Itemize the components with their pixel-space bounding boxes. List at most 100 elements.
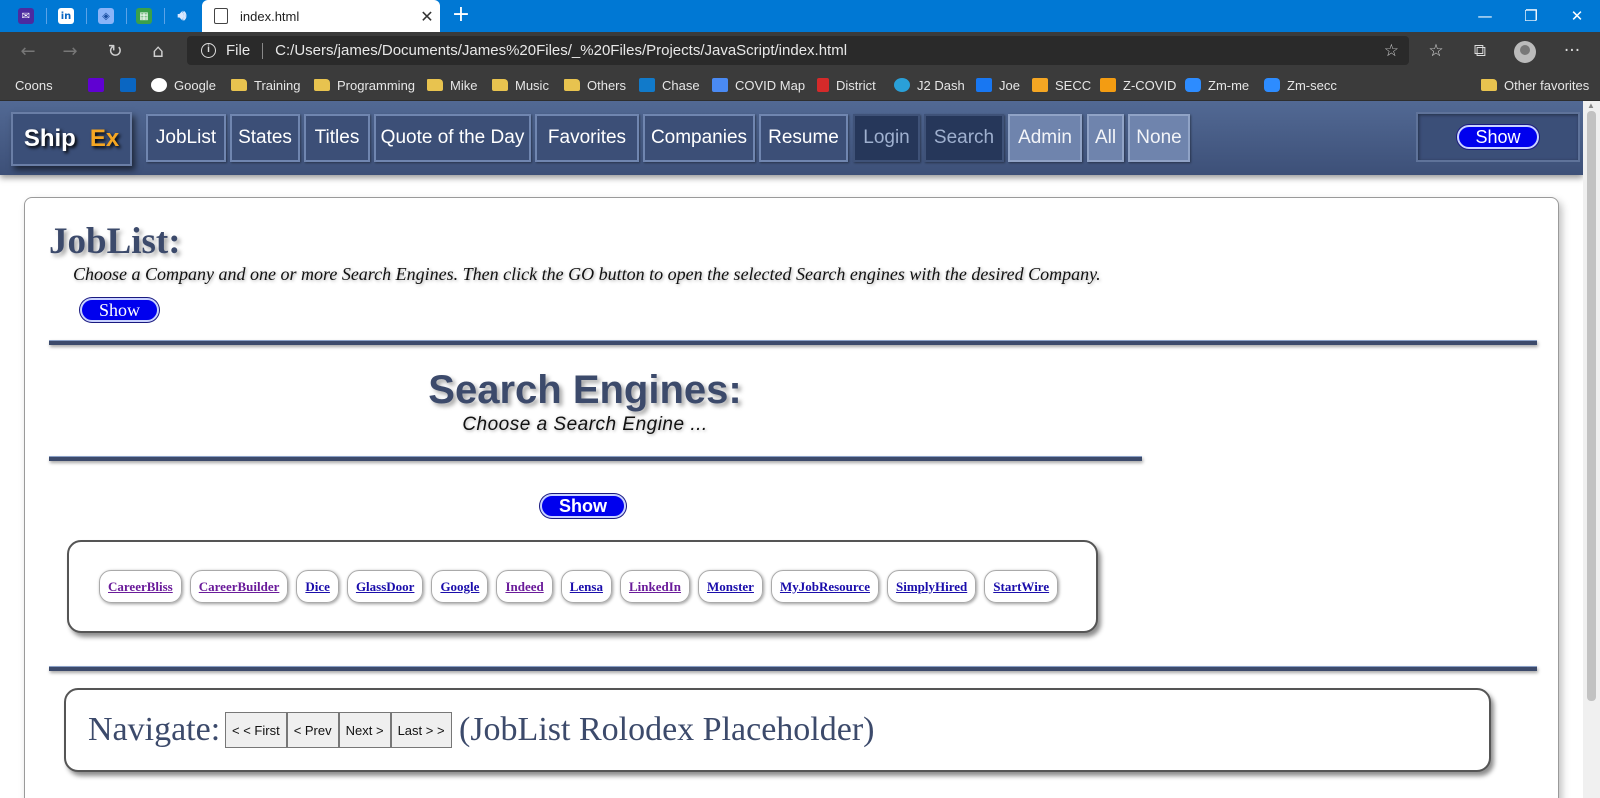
page-scrollbar[interactable]: ▲ — [1583, 101, 1600, 798]
nav-all[interactable]: All — [1087, 114, 1124, 162]
pinned-tab-audio[interactable]: 🔊︎ — [162, 0, 202, 32]
favorites-icon[interactable]: ☆ — [1420, 36, 1452, 66]
bookmark-linkedin[interactable] — [120, 75, 143, 95]
next-button[interactable]: Next > — [338, 712, 391, 748]
bookmark-chase[interactable]: Chase — [639, 75, 700, 95]
zoom-icon — [1264, 78, 1280, 92]
bookmark-label: SECC — [1055, 77, 1092, 93]
bookmark-training[interactable]: Training — [231, 75, 300, 95]
brand-logo[interactable]: Ship Ex — [11, 112, 132, 166]
close-tab-icon[interactable]: ✕ — [414, 7, 440, 26]
bookmark-others[interactable]: Others — [564, 75, 626, 95]
bookmark-google[interactable]: TrainingGoogle — [151, 75, 216, 95]
profile-icon[interactable] — [1514, 41, 1536, 63]
last-button[interactable]: Last > > — [390, 712, 452, 748]
engine-lensa[interactable]: Lensa — [560, 570, 612, 603]
globe-icon — [894, 78, 910, 92]
scroll-up-icon[interactable]: ▲ — [1587, 101, 1595, 110]
folder-icon — [1481, 79, 1497, 91]
joblist-show-button[interactable]: Show — [80, 298, 159, 322]
bookmark-programming[interactable]: Programming — [314, 75, 415, 95]
divider — [49, 456, 1142, 461]
nav-companies[interactable]: Companies — [643, 114, 755, 162]
bookmark-label: Chase — [662, 77, 700, 93]
nav-titles[interactable]: Titles — [304, 114, 370, 162]
collections-icon[interactable]: ⧉ — [1464, 36, 1496, 66]
bookmark-music[interactable]: Music — [492, 75, 549, 95]
engine-monster[interactable]: Monster — [698, 570, 763, 603]
nav-login[interactable]: Login — [853, 114, 920, 162]
url-text[interactable]: C:/Users/james/Documents/James%20Files/_… — [275, 42, 847, 59]
engine-glassdoor[interactable]: GlassDoor — [346, 570, 424, 603]
bookmark-yahoo[interactable] — [88, 75, 111, 95]
bookmark-j2-dash[interactable]: J2 Dash — [894, 75, 965, 95]
nav-favorites[interactable]: Favorites — [535, 114, 639, 162]
bookmark-mike[interactable]: Mike — [427, 75, 477, 95]
prev-button[interactable]: < Prev — [286, 712, 339, 748]
bookmark-label: Others — [587, 77, 627, 93]
nav-search[interactable]: Search — [924, 114, 1004, 162]
engine-linkedin[interactable]: LinkedIn — [619, 570, 691, 603]
bookmark-label: District — [836, 77, 876, 93]
home-button[interactable]: ⌂ — [142, 36, 174, 66]
engine-google[interactable]: Google — [431, 570, 489, 603]
nav-resume[interactable]: Resume — [759, 114, 848, 162]
star-icon[interactable]: ☆ — [1384, 41, 1399, 61]
engine-simplyhired[interactable]: SimplyHired — [886, 570, 977, 603]
engine-startwire[interactable]: StartWire — [984, 570, 1059, 603]
bookmark-joe[interactable]: Joe — [976, 75, 1020, 95]
bookmark-label: Mike — [450, 77, 478, 93]
engine-careerbliss[interactable]: CareerBliss — [99, 570, 182, 603]
engine-indeed[interactable]: Indeed — [496, 570, 553, 603]
url-input[interactable]: i File C:/Users/james/Documents/James%20… — [187, 36, 1409, 65]
search-engines-show-button[interactable]: Show — [540, 494, 626, 518]
page-title: JobList: — [49, 221, 181, 262]
bookmark-secc[interactable]: SECC — [1032, 75, 1091, 95]
bookmark-district[interactable]: District — [817, 75, 876, 95]
new-tab-button[interactable]: + — [448, 3, 474, 29]
linkedin-icon: in — [58, 8, 74, 24]
engine-dice[interactable]: Dice — [296, 570, 339, 603]
nav-show-button[interactable]: Show — [1457, 125, 1539, 149]
bookmark-covid-map[interactable]: COVID Map — [712, 75, 805, 95]
google-icon — [151, 78, 167, 92]
brand-part-2: Ex — [89, 125, 120, 152]
forward-button[interactable]: → — [54, 36, 86, 66]
engine-careerbuilder[interactable]: CareerBuilder — [189, 570, 289, 603]
active-tab[interactable]: index.html ✕ — [202, 0, 440, 32]
minimize-button[interactable]: — — [1462, 0, 1508, 32]
bookmark-label: Other favorites — [1504, 77, 1590, 93]
rolodex-placeholder: (JobList Rolodex Placeholder) — [459, 711, 875, 748]
back-button[interactable]: ← — [12, 36, 44, 66]
linkedin-icon — [120, 78, 136, 92]
bookmark-label: Coons — [15, 77, 53, 93]
info-icon[interactable]: i — [201, 43, 216, 58]
first-button[interactable]: < < First — [225, 712, 287, 748]
tab-title: index.html — [240, 8, 300, 24]
bookmark-zm-me[interactable]: Zm-me — [1185, 75, 1249, 95]
restore-button[interactable]: ❐ — [1508, 0, 1554, 32]
scrollbar-thumb[interactable] — [1587, 111, 1596, 701]
nav-states[interactable]: States — [230, 114, 300, 162]
bookmark-zm-secc[interactable]: Zm-secc — [1264, 75, 1337, 95]
bookmark-coons[interactable]: Coons — [15, 75, 53, 191]
nav-quote-of-the-day[interactable]: Quote of the Day — [374, 114, 531, 162]
pinned-tab-app[interactable]: ◈ — [86, 0, 126, 32]
engine-myjobresource[interactable]: MyJobResource — [770, 570, 879, 603]
nav-none[interactable]: None — [1128, 114, 1190, 162]
bookmark-other-favorites[interactable]: Other favorites — [1481, 75, 1589, 95]
search-engine-list: CareerBliss CareerBuilder Dice GlassDoor… — [99, 570, 1066, 603]
speaker-icon: 🔊︎ — [177, 8, 187, 24]
tab-bar: ✉ in ◈ ▦ 🔊︎ index.html ✕ + — ❐ ✕ — [0, 0, 1600, 32]
bookmark-z-covid[interactable]: Z-COVID — [1100, 75, 1176, 95]
search-engines-subtitle: Choose a Search Engine ... — [462, 414, 708, 435]
nav-joblist[interactable]: JobList — [146, 114, 226, 162]
more-icon[interactable]: ··· — [1556, 36, 1588, 66]
bookmark-label: J2 Dash — [917, 77, 965, 93]
nav-admin[interactable]: Admin — [1008, 114, 1082, 162]
pinned-tab-spreadsheet[interactable]: ▦ — [124, 0, 164, 32]
close-window-button[interactable]: ✕ — [1554, 0, 1600, 32]
refresh-button[interactable]: ↻ — [99, 36, 131, 66]
pinned-tab-mail[interactable]: ✉ — [6, 0, 46, 32]
pinned-tab-linkedin[interactable]: in — [46, 0, 86, 32]
